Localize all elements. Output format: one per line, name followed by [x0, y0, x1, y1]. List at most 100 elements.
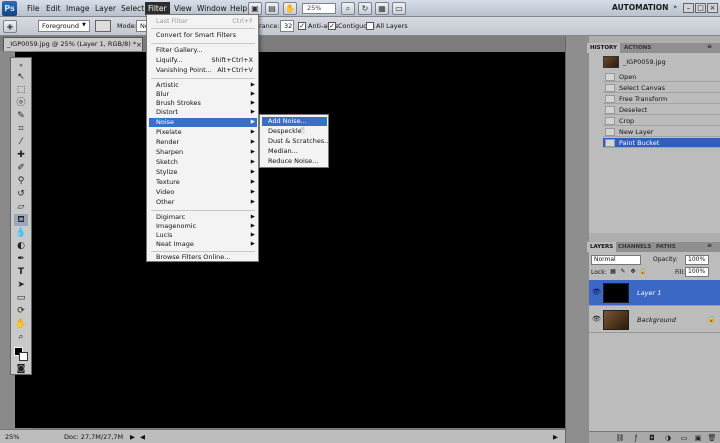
menu-select[interactable]: Select	[118, 2, 147, 15]
menu-item-vanishing-point[interactable]: Vanishing Point... Alt+Ctrl+V	[149, 66, 257, 75]
lock-transparent-icon[interactable]: ▦	[609, 268, 617, 276]
zoom-level-select[interactable]: 25%	[302, 3, 336, 14]
menu-item-artistic[interactable]: Artistic ▶	[149, 81, 257, 90]
layer-row-background[interactable]: 👁 Background 🔒	[589, 307, 720, 333]
lock-pixels-icon[interactable]: ✎	[619, 268, 627, 276]
menu-item-browse-filters-online[interactable]: Browse Filters Online...	[149, 253, 257, 262]
menu-item-blur[interactable]: Blur ▶	[149, 90, 257, 99]
arrange-documents-icon[interactable]: ▦	[375, 2, 389, 15]
menu-item-liquify[interactable]: Liquify... Shift+Ctrl+X	[149, 56, 257, 65]
menu-item-distort[interactable]: Distort ▶	[149, 108, 257, 117]
delete-layer-icon[interactable]: 🗑	[707, 433, 717, 443]
tolerance-input[interactable]: 32	[280, 20, 294, 32]
menu-item-filter-gallery[interactable]: Filter Gallery...	[149, 46, 257, 55]
quick-mask-icon[interactable]: ◙	[14, 363, 28, 375]
eyedropper-tool-icon[interactable]: ⁄	[14, 136, 28, 148]
menu-item-dust-scratches[interactable]: Dust & Scratches...	[262, 137, 330, 146]
shape-tool-icon[interactable]: ▭	[14, 292, 28, 304]
history-step[interactable]: Deselect	[603, 105, 720, 115]
menu-item-pixelate[interactable]: Pixelate ▶	[149, 128, 257, 137]
history-step[interactable]: Free Transform	[603, 94, 720, 104]
zoom-tool-icon[interactable]: ⌕	[14, 331, 28, 343]
menu-item-despeckle[interactable]: Despeckle	[262, 127, 327, 136]
menu-item-render[interactable]: Render ▶	[149, 138, 257, 147]
fill-input[interactable]: 100%	[685, 267, 709, 277]
link-layers-icon[interactable]: ⛓	[615, 433, 625, 443]
menu-edit[interactable]: Edit	[43, 2, 64, 15]
zoom-icon[interactable]: ⌕	[341, 2, 355, 15]
scroll-right-icon[interactable]: ▶	[553, 433, 558, 441]
eye-icon[interactable]: 👁	[592, 315, 601, 324]
document-canvas[interactable]	[15, 52, 567, 428]
contiguous-checkbox[interactable]: ✓	[328, 22, 336, 30]
dodge-tool-icon[interactable]: ◐	[14, 240, 28, 252]
tab-channels[interactable]: CHANNELS	[615, 242, 654, 252]
panel-menu-icon[interactable]: ≡	[707, 43, 712, 50]
path-selection-tool-icon[interactable]: ➤	[14, 279, 28, 291]
maximize-button[interactable]: □	[695, 3, 706, 13]
menu-item-texture[interactable]: Texture ▶	[149, 178, 257, 187]
history-step-selected[interactable]: Paint Bucket	[603, 138, 720, 148]
layer-style-icon[interactable]: ƒ	[631, 433, 641, 443]
crop-tool-icon[interactable]: ⌗	[14, 123, 28, 135]
paint-bucket-preset-icon[interactable]: ◈	[3, 20, 17, 33]
menu-item-video[interactable]: Video ▶	[149, 188, 257, 197]
all-layers-checkbox[interactable]	[366, 22, 374, 30]
blend-mode-select[interactable]: Normal	[591, 255, 641, 265]
menu-file[interactable]: File	[24, 2, 43, 15]
layer-mask-icon[interactable]: ◘	[647, 433, 657, 443]
history-step[interactable]: Crop	[603, 116, 720, 126]
anti-alias-checkbox[interactable]: ✓	[298, 22, 306, 30]
menu-item-convert-smart-filters[interactable]: Convert for Smart Filters	[149, 31, 257, 40]
menu-image[interactable]: Image	[63, 2, 93, 15]
new-group-icon[interactable]: ▭	[679, 433, 689, 443]
pattern-swatch[interactable]	[95, 20, 111, 32]
menu-item-reduce-noise[interactable]: Reduce Noise...	[262, 157, 327, 166]
history-step[interactable]: Open	[603, 72, 720, 82]
menu-layer[interactable]: Layer	[92, 2, 119, 15]
new-layer-icon[interactable]: ▣	[693, 433, 703, 443]
menu-item-median[interactable]: Median...	[262, 147, 327, 156]
panel-menu-icon[interactable]: ≡	[707, 242, 712, 249]
tab-history[interactable]: HISTORY	[587, 43, 620, 53]
quick-selection-tool-icon[interactable]: ✎	[14, 110, 28, 122]
opacity-input[interactable]: 100%	[685, 255, 709, 265]
healing-brush-tool-icon[interactable]: ✚	[14, 149, 28, 161]
eye-icon[interactable]: 👁	[592, 288, 601, 297]
marquee-tool-icon[interactable]: ⬚	[14, 84, 28, 96]
tab-actions[interactable]: ACTIONS	[621, 43, 654, 53]
status-arrow-icon[interactable]: ▶	[130, 433, 135, 441]
menu-item-stylize[interactable]: Stylize ▶	[149, 168, 257, 177]
history-snapshot[interactable]: _IGP0059.jpg	[603, 55, 720, 69]
workspace-switcher[interactable]: AUTOMATION	[612, 3, 668, 12]
type-tool-icon[interactable]: T	[14, 266, 28, 278]
history-step[interactable]: New Layer	[603, 127, 720, 137]
layer-row-layer-1[interactable]: 👁 Layer 1	[589, 280, 720, 306]
lasso-tool-icon[interactable]: ⓞ	[14, 97, 28, 109]
menu-item-noise[interactable]: Noise ▶	[149, 118, 257, 127]
rotate-view-icon[interactable]: ↻	[358, 2, 372, 15]
menu-item-sketch[interactable]: Sketch ▶	[149, 158, 257, 167]
brush-tool-icon[interactable]: ✐	[14, 162, 28, 174]
mini-bridge-icon[interactable]: ▤	[265, 2, 279, 15]
minimize-button[interactable]: –	[683, 3, 694, 13]
menu-item-sharpen[interactable]: Sharpen ▶	[149, 148, 257, 157]
blur-tool-icon[interactable]: 💧	[14, 227, 28, 239]
background-color-swatch[interactable]	[19, 352, 28, 361]
hand-tool-icon[interactable]: ✋	[14, 318, 28, 330]
menu-item-neat-image[interactable]: Neat Image ▶	[149, 240, 257, 249]
adjustment-layer-icon[interactable]: ◑	[663, 433, 673, 443]
menu-item-imagenomic[interactable]: Imagenomic ▶	[149, 222, 257, 231]
document-tab[interactable]: _IGP0059.jpg @ 25% (Layer 1, RGB/8) * ×	[3, 37, 143, 51]
close-button[interactable]: ×	[707, 3, 718, 13]
menu-item-other[interactable]: Other ▶	[149, 198, 257, 207]
move-tool-icon[interactable]: ↖	[14, 71, 28, 83]
hand-icon[interactable]: ✋	[283, 2, 297, 15]
status-zoom[interactable]: 25%	[5, 433, 19, 441]
menu-item-add-noise[interactable]: Add Noise...	[262, 117, 327, 126]
tab-layers[interactable]: LAYERS	[587, 242, 617, 252]
lock-position-icon[interactable]: ✥	[629, 268, 637, 276]
menu-item-lucis[interactable]: Lucis ▶	[149, 231, 257, 240]
menu-item-brush-strokes[interactable]: Brush Strokes ▶	[149, 99, 257, 108]
history-brush-tool-icon[interactable]: ↺	[14, 188, 28, 200]
